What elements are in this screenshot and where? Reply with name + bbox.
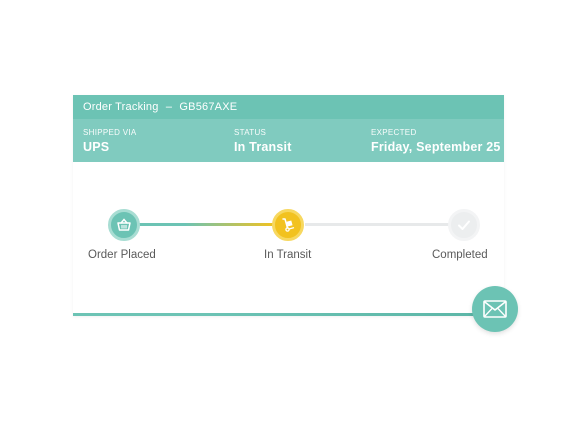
- status-field: STATUS In Transit: [234, 128, 292, 154]
- expected-value: Friday, September 25: [371, 140, 501, 154]
- step-in-transit[interactable]: [272, 209, 304, 241]
- order-tracking-card: Order Tracking – GB567AXE SHIPPED VIA UP…: [73, 95, 504, 316]
- progress-track-completed: [125, 223, 275, 226]
- progress-track-remaining: [305, 223, 449, 226]
- shipped-via-label: SHIPPED VIA: [83, 128, 137, 137]
- basket-icon: [117, 218, 131, 231]
- envelope-icon: [483, 300, 507, 318]
- expected-field: EXPECTED Friday, September 25: [371, 128, 501, 154]
- step-order-placed[interactable]: [108, 209, 140, 241]
- tracking-number: GB567AXE: [179, 101, 238, 113]
- order-header: Order Tracking – GB567AXE: [73, 95, 504, 119]
- contact-mail-button[interactable]: [472, 286, 518, 332]
- shipment-info: SHIPPED VIA UPS STATUS In Transit EXPECT…: [73, 119, 504, 162]
- checkmark-icon: [458, 220, 470, 230]
- step-label-in-transit: In Transit: [264, 249, 312, 261]
- status-value: In Transit: [234, 140, 292, 154]
- order-header-title: Order Tracking: [83, 101, 159, 113]
- step-label-order-placed: Order Placed: [88, 249, 156, 261]
- expected-label: EXPECTED: [371, 128, 417, 137]
- hand-truck-icon: [282, 218, 295, 232]
- step-label-completed: Completed: [432, 249, 488, 261]
- card-bottom-border: [73, 313, 504, 316]
- step-completed[interactable]: [448, 209, 480, 241]
- order-header-separator: –: [165, 101, 173, 113]
- progress-tracker: Order Placed In Transit Completed: [73, 162, 504, 316]
- shipped-via-value: UPS: [83, 140, 110, 154]
- status-label: STATUS: [234, 128, 267, 137]
- shipped-via-field: SHIPPED VIA UPS: [83, 128, 137, 154]
